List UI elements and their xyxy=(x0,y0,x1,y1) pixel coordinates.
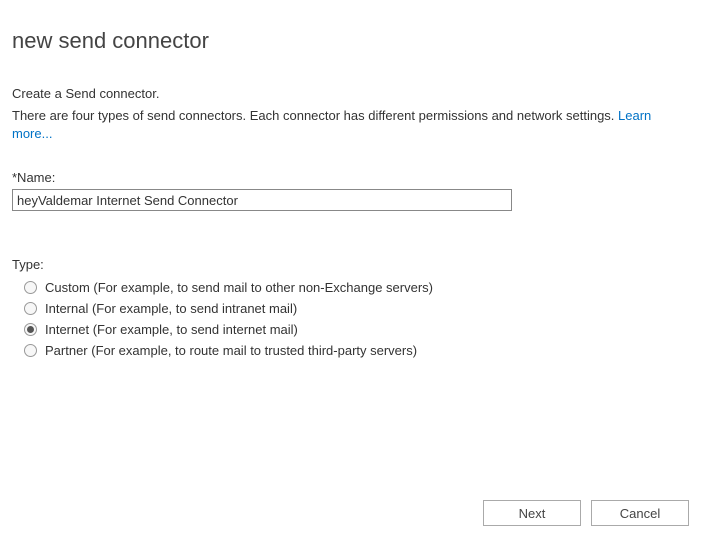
intro-text-1: Create a Send connector. xyxy=(12,86,689,101)
next-button[interactable]: Next xyxy=(483,500,581,526)
type-option-partner[interactable]: Partner (For example, to route mail to t… xyxy=(24,343,689,358)
type-option-label: Custom (For example, to send mail to oth… xyxy=(45,280,433,295)
page-title: new send connector xyxy=(12,28,689,54)
type-option-custom[interactable]: Custom (For example, to send mail to oth… xyxy=(24,280,689,295)
type-radio-group: Custom (For example, to send mail to oth… xyxy=(12,280,689,358)
type-option-internet[interactable]: Internet (For example, to send internet … xyxy=(24,322,689,337)
intro-text-2: There are four types of send connectors.… xyxy=(12,107,689,142)
type-option-label: Internal (For example, to send intranet … xyxy=(45,301,297,316)
name-input[interactable] xyxy=(12,189,512,211)
cancel-button[interactable]: Cancel xyxy=(591,500,689,526)
type-option-internal[interactable]: Internal (For example, to send intranet … xyxy=(24,301,689,316)
radio-icon xyxy=(24,344,37,357)
radio-icon xyxy=(24,323,37,336)
type-label: Type: xyxy=(12,257,689,272)
intro-text-2-body: There are four types of send connectors.… xyxy=(12,108,618,123)
radio-icon xyxy=(24,302,37,315)
type-option-label: Internet (For example, to send internet … xyxy=(45,322,298,337)
type-option-label: Partner (For example, to route mail to t… xyxy=(45,343,417,358)
radio-icon xyxy=(24,281,37,294)
dialog-button-row: Next Cancel xyxy=(483,500,689,526)
name-field-label: *Name: xyxy=(12,170,689,185)
